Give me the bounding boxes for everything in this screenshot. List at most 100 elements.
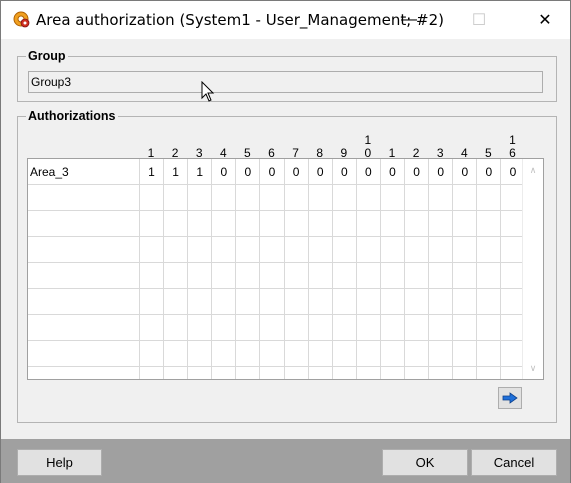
authorization-cell[interactable] [212, 315, 237, 341]
authorization-cell[interactable] [381, 263, 405, 289]
scroll-up-icon[interactable]: ∧ [523, 161, 543, 179]
cancel-button[interactable]: Cancel [471, 449, 557, 476]
authorization-cell[interactable] [477, 237, 502, 263]
authorization-cell[interactable]: 0 [477, 159, 502, 185]
authorization-cell[interactable]: 0 [333, 159, 357, 185]
authorization-cell[interactable]: 0 [381, 159, 405, 185]
authorization-cell[interactable] [164, 185, 189, 211]
authorization-cell[interactable] [285, 185, 309, 211]
close-button[interactable]: ✕ [522, 1, 568, 39]
authorization-cell[interactable] [405, 367, 430, 379]
area-name-cell[interactable] [28, 289, 140, 315]
authorization-cell[interactable] [309, 315, 333, 341]
authorization-cell[interactable] [140, 263, 164, 289]
vertical-scrollbar[interactable]: ∧ ∨ [522, 159, 543, 379]
authorization-cell[interactable] [212, 341, 237, 367]
authorization-cell[interactable] [140, 211, 164, 237]
authorization-cell[interactable] [429, 211, 454, 237]
authorization-cell[interactable] [285, 341, 309, 367]
table-row[interactable] [28, 237, 526, 263]
authorization-cell[interactable] [357, 315, 381, 341]
authorization-cell[interactable] [236, 185, 261, 211]
authorization-cell[interactable] [477, 185, 502, 211]
authorization-cell[interactable] [164, 211, 189, 237]
authorization-cell[interactable] [477, 315, 502, 341]
area-name-cell[interactable] [28, 341, 140, 367]
authorization-cell[interactable] [477, 367, 502, 379]
maximize-button[interactable]: ☐ [456, 1, 502, 39]
authorization-cell[interactable]: 0 [357, 159, 381, 185]
authorization-cell[interactable] [405, 341, 430, 367]
table-row[interactable] [28, 341, 526, 367]
authorization-cell[interactable] [405, 263, 430, 289]
authorization-cell[interactable] [381, 315, 405, 341]
title-bar[interactable]: Area authorization (System1 - User_Manag… [1, 1, 570, 39]
authorization-cell[interactable] [453, 237, 478, 263]
authorization-cell[interactable] [333, 341, 357, 367]
authorization-cell[interactable] [140, 289, 164, 315]
authorization-cell[interactable] [188, 341, 213, 367]
authorization-cell[interactable] [453, 341, 478, 367]
authorization-cell[interactable] [405, 211, 430, 237]
next-columns-button[interactable] [498, 387, 522, 409]
authorization-cell[interactable]: 0 [309, 159, 333, 185]
authorization-cell[interactable] [188, 289, 213, 315]
authorization-cell[interactable] [285, 263, 309, 289]
authorization-cell[interactable] [357, 211, 381, 237]
authorization-cell[interactable] [357, 367, 381, 379]
authorization-cell[interactable] [285, 315, 309, 341]
authorization-cell[interactable] [140, 315, 164, 341]
table-row[interactable]: Area_3 1 1 1 0 0 0 0 0 0 0 0 0 0 0 0 0 [28, 159, 526, 185]
authorization-cell[interactable] [236, 315, 261, 341]
authorization-cell[interactable] [429, 315, 454, 341]
authorization-cell[interactable] [333, 263, 357, 289]
authorization-cell[interactable]: 1 [140, 159, 164, 185]
authorization-cell[interactable] [381, 237, 405, 263]
area-name-cell[interactable]: Area_3 [28, 159, 140, 185]
authorization-cell[interactable] [261, 185, 285, 211]
table-row[interactable] [28, 289, 526, 315]
authorization-cell[interactable] [357, 185, 381, 211]
authorization-cell[interactable] [188, 315, 213, 341]
authorization-cell[interactable] [309, 237, 333, 263]
authorization-cell[interactable] [309, 211, 333, 237]
authorization-cell[interactable] [261, 315, 285, 341]
authorization-cell[interactable] [164, 341, 189, 367]
authorization-cell[interactable] [477, 263, 502, 289]
authorization-cell[interactable] [285, 237, 309, 263]
authorization-cell[interactable] [261, 341, 285, 367]
area-name-cell[interactable] [28, 315, 140, 341]
authorization-cell[interactable] [188, 211, 213, 237]
authorization-cell[interactable] [381, 211, 405, 237]
authorization-cell[interactable] [140, 237, 164, 263]
authorization-cell[interactable] [309, 263, 333, 289]
authorization-cell[interactable] [405, 315, 430, 341]
authorization-cell[interactable] [333, 211, 357, 237]
authorization-cell[interactable] [357, 263, 381, 289]
authorization-cell[interactable] [212, 185, 237, 211]
authorization-cell[interactable] [333, 289, 357, 315]
authorization-cell[interactable] [261, 263, 285, 289]
area-name-cell[interactable] [28, 211, 140, 237]
authorization-cell[interactable] [309, 367, 333, 379]
authorization-cell[interactable] [309, 289, 333, 315]
authorization-cell[interactable] [453, 367, 478, 379]
authorization-cell[interactable] [285, 367, 309, 379]
authorization-cell[interactable] [477, 211, 502, 237]
authorizations-grid[interactable]: Area_3 1 1 1 0 0 0 0 0 0 0 0 0 0 0 0 0 ∧ ∨ [27, 158, 544, 380]
authorization-cell[interactable]: 0 [453, 159, 478, 185]
authorization-cell[interactable] [429, 341, 454, 367]
authorization-cell[interactable] [405, 185, 430, 211]
table-row[interactable] [28, 185, 526, 211]
authorization-cell[interactable]: 0 [429, 159, 454, 185]
authorization-cell[interactable] [429, 185, 454, 211]
authorization-cell[interactable] [164, 315, 189, 341]
authorization-cell[interactable] [429, 263, 454, 289]
authorization-cell[interactable] [164, 237, 189, 263]
authorization-cell[interactable] [453, 289, 478, 315]
scroll-down-icon[interactable]: ∨ [523, 359, 543, 377]
authorization-cell[interactable]: 0 [285, 159, 309, 185]
area-name-cell[interactable] [28, 185, 140, 211]
authorization-cell[interactable] [309, 185, 333, 211]
authorization-cell[interactable] [164, 263, 189, 289]
